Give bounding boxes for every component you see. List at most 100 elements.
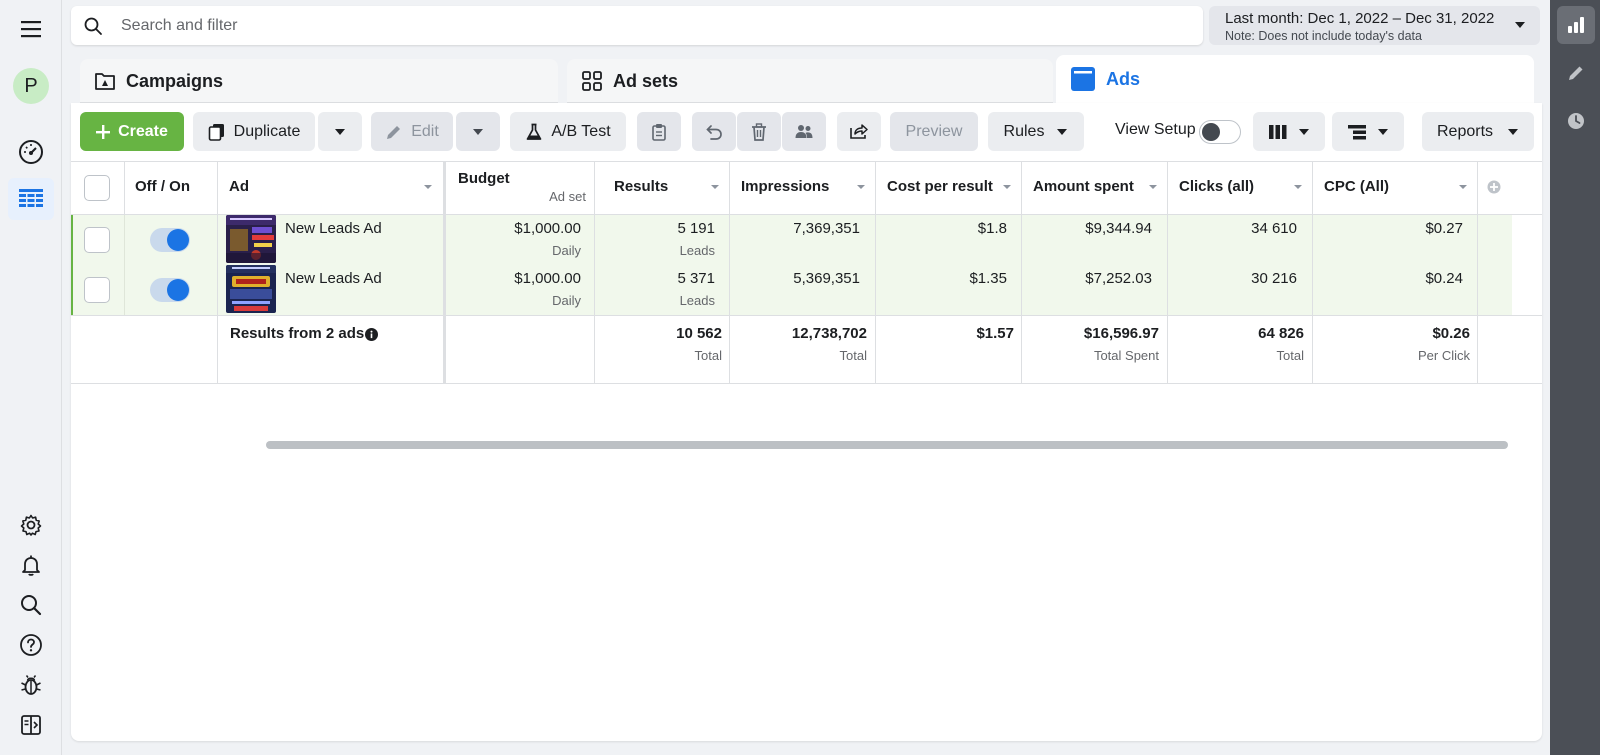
- total-cpc-sub: Per Click: [1417, 348, 1470, 363]
- bar-chart-icon: [1568, 17, 1584, 33]
- add-column-button[interactable]: [1487, 180, 1501, 194]
- column-header-results[interactable]: Results: [594, 161, 729, 214]
- sidebar-panel-icon: [21, 715, 41, 735]
- duplicate-button[interactable]: Duplicate: [193, 112, 315, 151]
- table-row[interactable]: New Leads Ad $1,000.00 Daily 5 371 Leads…: [71, 265, 1512, 315]
- tab-ad-sets[interactable]: Ad sets: [567, 59, 1053, 103]
- total-impressions: 12,738,702: [791, 325, 867, 342]
- avatar[interactable]: P: [13, 68, 49, 104]
- toggle-sidebar-button[interactable]: [8, 704, 54, 746]
- search-icon: [21, 595, 42, 616]
- clicks-value: 30 216: [1251, 270, 1297, 287]
- column-header-label: Off / On: [135, 178, 190, 195]
- date-range-label: Last month: Dec 1, 2022 – Dec 31, 2022: [1225, 10, 1495, 27]
- tab-label: Campaigns: [126, 70, 224, 91]
- column-header-cpc[interactable]: CPC (All): [1312, 161, 1477, 214]
- create-label: Create: [118, 122, 168, 140]
- right-side-rail: [1550, 0, 1600, 755]
- columns-button[interactable]: [1253, 112, 1325, 151]
- bell-icon: [22, 555, 40, 576]
- amount-spent-value: $7,252.03: [1085, 270, 1152, 287]
- horizontal-scrollbar[interactable]: [266, 441, 1508, 449]
- column-header-label: CPC (All): [1324, 178, 1389, 195]
- column-header-sublabel: Ad set: [549, 189, 586, 204]
- totals-row: Results from 2 ads 10 562 Total 12,738,7…: [71, 316, 1512, 383]
- ad-thumbnail[interactable]: [226, 215, 276, 263]
- column-header-cost-per-result[interactable]: Cost per result: [875, 161, 1021, 214]
- toggle-knob: [1202, 123, 1220, 141]
- column-header-off-on[interactable]: Off / On: [124, 161, 217, 214]
- duplicate-icon: [208, 123, 224, 141]
- total-impressions-sub: Total: [839, 348, 867, 363]
- column-header-ad[interactable]: Ad: [217, 161, 443, 214]
- pencil-icon: [1569, 66, 1583, 80]
- menu-button[interactable]: [8, 8, 54, 50]
- rules-button[interactable]: Rules: [988, 112, 1084, 151]
- create-button[interactable]: Create: [80, 112, 184, 151]
- ads-manager-table-button[interactable]: [8, 178, 54, 220]
- ads-panel: Create Duplicate Edit A/B Test Preview R…: [71, 103, 1542, 741]
- dashboard-button[interactable]: [8, 131, 54, 173]
- ad-on-off-toggle[interactable]: [150, 278, 190, 302]
- view-setup-toggle[interactable]: [1199, 120, 1241, 144]
- people-icon: [795, 124, 813, 138]
- table-row[interactable]: New Leads Ad $1,000.00 Daily 5 191 Leads…: [71, 215, 1512, 265]
- caret-down-icon: [473, 128, 483, 135]
- caret-down-icon: [1508, 128, 1519, 135]
- cost-per-result-value: $1.35: [969, 270, 1007, 287]
- impressions-value: 5,369,351: [793, 270, 860, 287]
- settings-button[interactable]: [8, 504, 54, 546]
- export-icon: [850, 123, 868, 139]
- audience-button[interactable]: [782, 112, 826, 151]
- help-button[interactable]: [8, 624, 54, 666]
- column-header-amount-spent[interactable]: Amount spent: [1021, 161, 1167, 214]
- row-checkbox[interactable]: [84, 277, 110, 303]
- ab-test-label: A/B Test: [551, 122, 611, 140]
- column-header-label: Ad: [229, 178, 249, 195]
- edit-dropdown-button[interactable]: [456, 112, 500, 151]
- select-all-checkbox[interactable]: [84, 175, 110, 201]
- ad-name[interactable]: New Leads Ad: [285, 270, 382, 287]
- undo-button[interactable]: [692, 112, 736, 151]
- info-icon[interactable]: [365, 328, 378, 341]
- sort-caret-icon: [1003, 185, 1011, 189]
- notifications-button[interactable]: [8, 544, 54, 586]
- hamburger-icon: [21, 21, 41, 38]
- edit-button[interactable]: Edit: [371, 112, 453, 151]
- plus-icon: [96, 124, 111, 139]
- paste-button[interactable]: [637, 112, 681, 151]
- ab-test-button[interactable]: A/B Test: [510, 112, 626, 151]
- rules-label: Rules: [1003, 122, 1045, 140]
- results-type: Leads: [679, 243, 715, 258]
- column-header-impressions[interactable]: Impressions: [729, 161, 875, 214]
- search-input[interactable]: [121, 6, 1191, 45]
- column-header-clicks[interactable]: Clicks (all): [1167, 161, 1312, 214]
- search-button[interactable]: [8, 584, 54, 626]
- tab-label: Ad sets: [613, 70, 679, 91]
- duplicate-label: Duplicate: [233, 122, 301, 140]
- report-bug-button[interactable]: [8, 664, 54, 706]
- tab-label: Ads: [1106, 68, 1141, 89]
- column-header-label: Clicks (all): [1179, 178, 1255, 195]
- tab-campaigns[interactable]: Campaigns: [80, 59, 558, 103]
- total-clicks-sub: Total: [1276, 348, 1304, 363]
- preview-button[interactable]: Preview: [890, 112, 978, 151]
- duplicate-dropdown-button[interactable]: [318, 112, 362, 151]
- caret-down-icon: [1057, 128, 1068, 135]
- reports-button[interactable]: Reports: [1422, 112, 1534, 151]
- charts-panel-button[interactable]: [1557, 6, 1595, 44]
- export-button[interactable]: [837, 112, 881, 151]
- avatar-initial: P: [24, 74, 38, 97]
- delete-button[interactable]: [737, 112, 781, 151]
- row-checkbox[interactable]: [84, 227, 110, 253]
- date-range-picker[interactable]: Last month: Dec 1, 2022 – Dec 31, 2022 N…: [1209, 6, 1540, 45]
- ad-on-off-toggle[interactable]: [150, 228, 190, 252]
- tab-ads[interactable]: Ads: [1056, 55, 1534, 103]
- column-header-budget[interactable]: Budget Ad set: [446, 161, 594, 214]
- breakdown-button[interactable]: [1332, 112, 1404, 151]
- history-panel-button[interactable]: [1557, 102, 1595, 140]
- caret-down-icon: [1299, 128, 1309, 135]
- edit-panel-button[interactable]: [1557, 54, 1595, 92]
- ad-thumbnail[interactable]: [226, 265, 276, 313]
- ad-name[interactable]: New Leads Ad: [285, 220, 382, 237]
